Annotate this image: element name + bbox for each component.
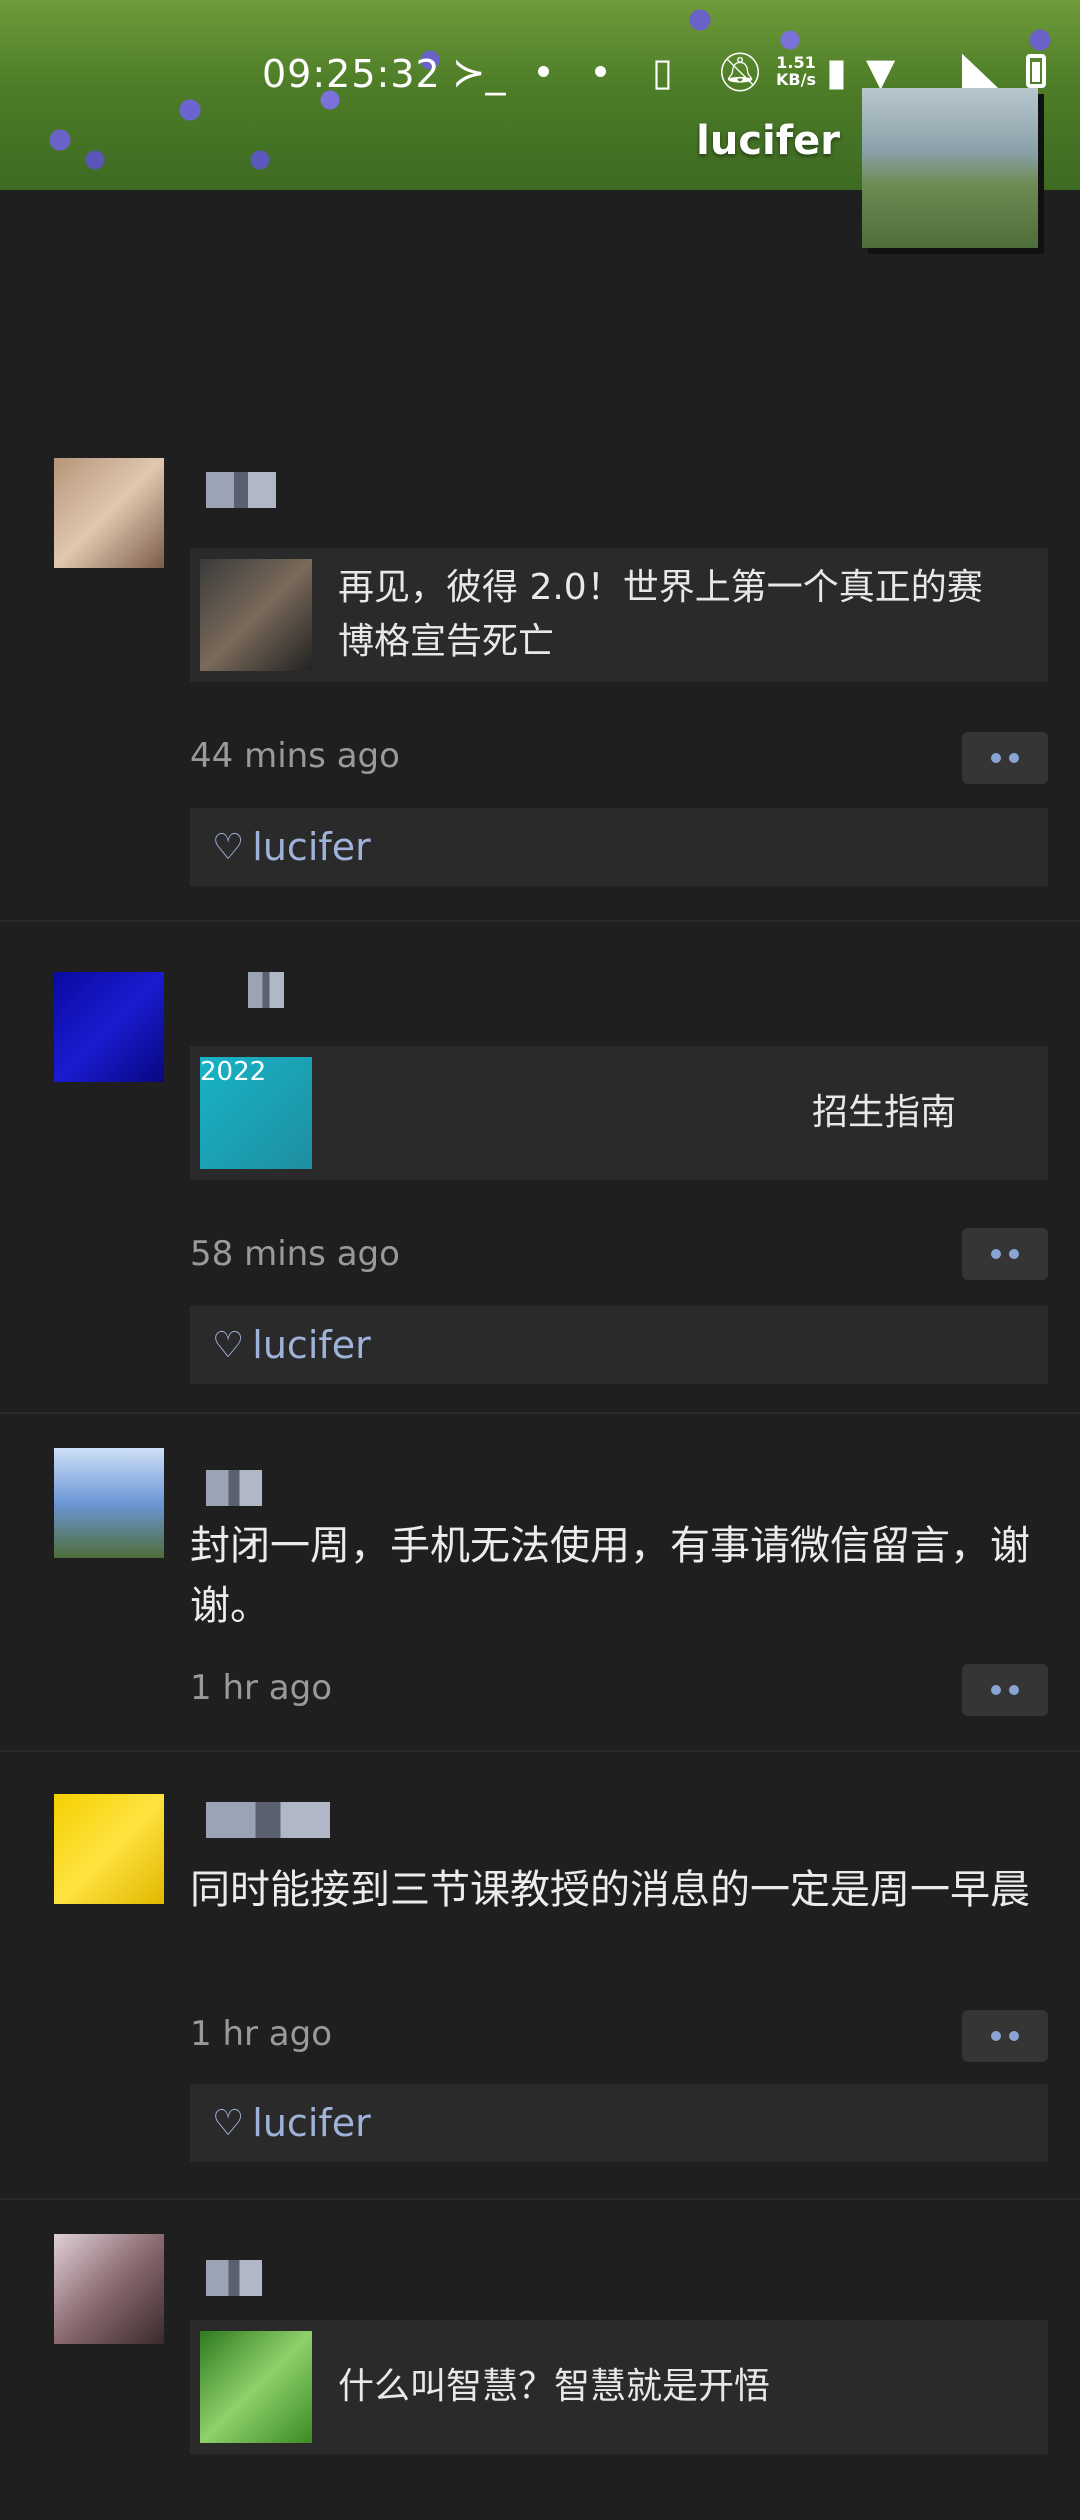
share-card[interactable]: 2022 招生指南 xyxy=(190,1046,1048,1180)
share-title: 招生指南 xyxy=(812,1092,957,1133)
phone-outline-icon: ▯ xyxy=(652,50,673,94)
username[interactable] xyxy=(206,2260,262,2296)
username[interactable] xyxy=(206,1470,262,1506)
moments-feed: 再见，彼得 2.0！世界上第一个真正的赛博格宣告死亡 44 mins ago ♡… xyxy=(0,420,1080,2500)
dot-icon xyxy=(991,1685,1001,1695)
post-timestamp: 1 hr ago xyxy=(190,2014,332,2054)
share-thumbnail xyxy=(200,559,312,671)
status-time: 09:25:32 xyxy=(262,52,441,96)
username[interactable] xyxy=(206,472,276,508)
post-text: 同时能接到三节课教授的消息的一定是周一早晨 xyxy=(190,1867,1030,1913)
post-timestamp: 44 mins ago xyxy=(190,736,400,776)
liker-name[interactable]: lucifer xyxy=(252,825,370,869)
feed-post: 2022 招生指南 58 mins ago ♡ lucifer xyxy=(0,922,1080,1414)
vibrate-icon: ▮ xyxy=(826,50,847,94)
notification-dot-icon xyxy=(595,66,606,77)
dot-icon xyxy=(1009,1249,1019,1259)
share-card[interactable]: 什么叫智慧？智慧就是开悟 xyxy=(190,2320,1048,2454)
battery-icon xyxy=(1026,54,1046,88)
avatar[interactable] xyxy=(54,2234,164,2344)
dot-icon xyxy=(1009,1685,1019,1695)
mute-bell-icon: 🔕︎ xyxy=(716,50,765,94)
post-text: 封闭一周，手机无法使用，有事请微信留言，谢谢。 xyxy=(190,1523,1030,1629)
profile-header: 09:25:32 ≻_ ▯ 🔕︎ 1.51 KB/s ▮ ▼ lucifer xyxy=(0,0,1080,248)
more-button[interactable] xyxy=(962,1664,1048,1716)
share-title: 什么叫智慧？智慧就是开悟 xyxy=(338,2366,771,2407)
heart-icon: ♡ xyxy=(212,826,245,868)
avatar[interactable] xyxy=(54,972,164,1082)
share-thumbnail xyxy=(200,2331,312,2443)
feed-post: 再见，彼得 2.0！世界上第一个真正的赛博格宣告死亡 44 mins ago ♡… xyxy=(0,420,1080,922)
likes-bar: ♡ lucifer xyxy=(190,2084,1048,2162)
likes-bar: ♡ lucifer xyxy=(190,808,1048,886)
avatar[interactable] xyxy=(54,1794,164,1904)
liker-name[interactable]: lucifer xyxy=(252,2101,370,2145)
more-button[interactable] xyxy=(962,732,1048,784)
heart-icon: ♡ xyxy=(212,2102,245,2144)
network-speed: 1.51 KB/s xyxy=(776,54,816,88)
liker-name[interactable]: lucifer xyxy=(252,1323,370,1367)
thumbnail-label: 2022 xyxy=(200,1057,267,1087)
username[interactable] xyxy=(206,1802,330,1838)
dot-icon xyxy=(991,1249,1001,1259)
share-card[interactable]: 再见，彼得 2.0！世界上第一个真正的赛博格宣告死亡 xyxy=(190,548,1048,682)
share-thumbnail: 2022 xyxy=(200,1057,312,1169)
network-speed-unit: KB/s xyxy=(776,70,816,89)
dot-icon xyxy=(991,2031,1001,2041)
avatar[interactable] xyxy=(54,1448,164,1558)
feed-post: 同时能接到三节课教授的消息的一定是周一早晨 1 hr ago ♡ lucifer xyxy=(0,1752,1080,2200)
share-title: 再见，彼得 2.0！世界上第一个真正的赛博格宣告死亡 xyxy=(338,567,983,662)
feed-post: 封闭一周，手机无法使用，有事请微信留言，谢谢。 1 hr ago xyxy=(0,1414,1080,1752)
username[interactable] xyxy=(248,972,284,1008)
dot-icon xyxy=(1009,753,1019,763)
terminal-icon: ≻_ xyxy=(452,50,506,96)
post-timestamp: 58 mins ago xyxy=(190,1234,400,1274)
more-button[interactable] xyxy=(962,1228,1048,1280)
likes-bar: ♡ lucifer xyxy=(190,1306,1048,1384)
notification-dot-icon xyxy=(538,66,549,77)
profile-name[interactable]: lucifer xyxy=(696,118,840,164)
more-button[interactable] xyxy=(962,2010,1048,2062)
dot-icon xyxy=(1009,2031,1019,2041)
profile-avatar[interactable] xyxy=(862,88,1038,248)
feed-post: 什么叫智慧？智慧就是开悟 xyxy=(0,2200,1080,2500)
post-timestamp: 1 hr ago xyxy=(190,1668,332,1708)
dot-icon xyxy=(991,753,1001,763)
heart-icon: ♡ xyxy=(212,1324,245,1366)
avatar[interactable] xyxy=(54,458,164,568)
